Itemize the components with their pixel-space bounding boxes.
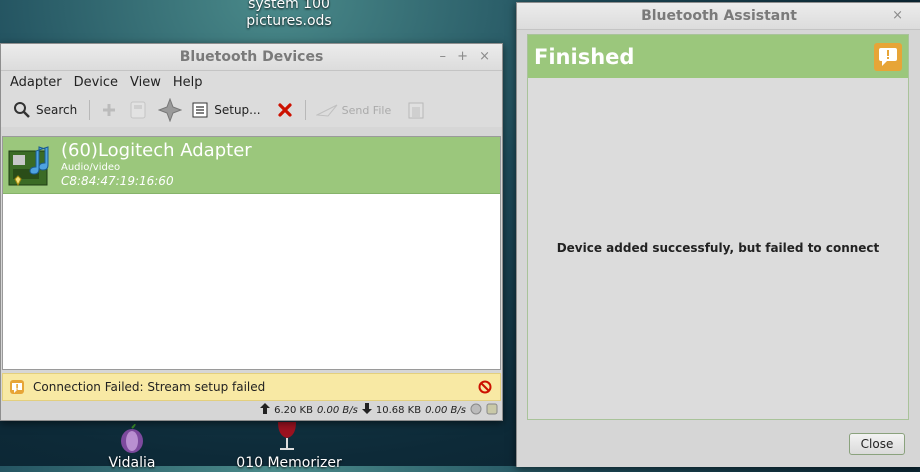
- device-type: Audio/video: [61, 162, 121, 173]
- bluetooth-devices-window: Bluetooth Devices – + × Adapter Device V…: [0, 43, 503, 421]
- warning-icon: [874, 42, 902, 71]
- toolbar: Search Setup... Send File: [1, 93, 502, 127]
- list-icon: [192, 102, 208, 118]
- audio-device-icon: [7, 141, 55, 189]
- info-bar: Connection Failed: Stream setup failed: [2, 373, 501, 401]
- menu-device[interactable]: Device: [68, 75, 124, 90]
- search-icon: [14, 102, 30, 118]
- device-address: C8:84:47:19:16:60: [61, 174, 174, 188]
- upload-total: 6.20 KB: [274, 404, 313, 416]
- remove-device-button[interactable]: [273, 97, 297, 123]
- maximize-button[interactable]: +: [457, 49, 468, 64]
- assistant-window-title: Bluetooth Assistant: [641, 8, 797, 24]
- wine-glass-icon: [278, 422, 296, 450]
- phone-icon: [130, 101, 146, 119]
- desktop-file-label[interactable]: system 100 pictures.ods: [246, 0, 332, 30]
- device-name: (60)Logitech Adapter: [61, 140, 252, 161]
- memorizer-label: 010 Memorizer: [236, 455, 342, 471]
- menu-help[interactable]: Help: [167, 75, 209, 90]
- menu-adapter[interactable]: Adapter: [4, 75, 68, 90]
- send-file-label: Send File: [341, 103, 392, 117]
- device-list[interactable]: (60)Logitech Adapter Audio/video C8:84:4…: [2, 136, 501, 370]
- dismiss-info-button[interactable]: [478, 380, 492, 394]
- close-button[interactable]: ×: [479, 49, 490, 64]
- connection-icon: [470, 403, 482, 418]
- menu-view[interactable]: View: [124, 75, 167, 90]
- star-diamond-icon: [158, 98, 183, 122]
- assistant-content-frame: Finished Device added successfuly, but f…: [527, 34, 909, 420]
- onion-icon: [121, 423, 143, 453]
- finished-banner: Finished: [528, 35, 908, 78]
- status-bar: 6.20 KB 0.00 B/s 10.68 KB 0.00 B/s: [1, 401, 500, 419]
- send-file-button[interactable]: Send File: [312, 97, 396, 123]
- warning-icon: [9, 379, 25, 395]
- setup-button[interactable]: Setup...: [188, 97, 264, 123]
- memorizer-desktop-icon[interactable]: [272, 420, 302, 456]
- properties-button[interactable]: [124, 97, 152, 123]
- device-row[interactable]: (60)Logitech Adapter Audio/video C8:84:4…: [3, 137, 500, 194]
- vidalia-label: Vidalia: [108, 455, 156, 471]
- delete-x-icon: [278, 103, 292, 117]
- browse-button[interactable]: [403, 97, 429, 123]
- close-button[interactable]: Close: [849, 433, 905, 455]
- search-button[interactable]: Search: [9, 97, 81, 123]
- upload-rate: 0.00 B/s: [316, 404, 358, 416]
- database-icon: [486, 403, 498, 418]
- stop-icon: [478, 380, 492, 394]
- devices-window-title: Bluetooth Devices: [179, 49, 324, 65]
- search-button-label: Search: [36, 103, 78, 117]
- setup-button-label: Setup...: [214, 103, 261, 117]
- minimize-button[interactable]: –: [440, 49, 447, 64]
- toolbar-separator: [304, 100, 306, 120]
- info-bar-message: Connection Failed: Stream setup failed: [33, 380, 266, 394]
- send-file-icon: [315, 104, 337, 117]
- browse-icon: [408, 102, 424, 119]
- menubar: Adapter Device View Help: [1, 71, 502, 93]
- download-rate: 0.00 B/s: [425, 404, 466, 416]
- bluetooth-assistant-window: Bluetooth Assistant × Finished Device ad…: [516, 2, 920, 467]
- plus-icon: [103, 104, 116, 116]
- assistant-titlebar[interactable]: Bluetooth Assistant ×: [517, 3, 920, 30]
- add-device-button[interactable]: [96, 97, 122, 123]
- trust-button[interactable]: [154, 97, 186, 123]
- toolbar-separator: [89, 100, 91, 120]
- assistant-close-button[interactable]: ×: [892, 8, 903, 23]
- download-arrow-icon: [361, 403, 372, 417]
- banner-heading: Finished: [534, 44, 635, 69]
- result-message: Device added successfuly, but failed to …: [556, 241, 880, 255]
- upload-arrow-icon: [260, 403, 271, 417]
- download-total: 10.68 KB: [375, 404, 422, 416]
- devices-titlebar[interactable]: Bluetooth Devices – + ×: [1, 44, 502, 71]
